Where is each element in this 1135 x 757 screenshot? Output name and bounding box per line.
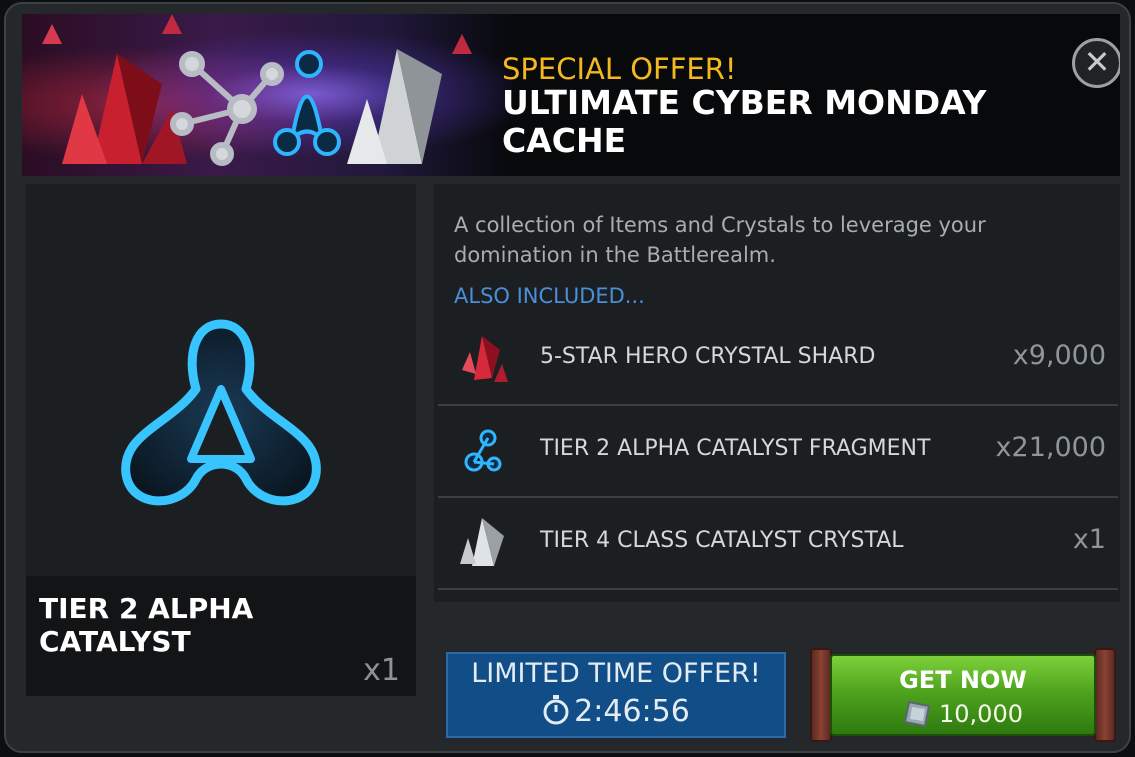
list-item: TIER 4 CLASS CATALYST CRYSTAL x1 bbox=[438, 498, 1118, 590]
featured-item-caption: TIER 2 ALPHA CATALYST x1 bbox=[26, 576, 416, 696]
list-item-label: TIER 4 CLASS CATALYST CRYSTAL bbox=[540, 528, 904, 553]
white-crystal-cluster-icon bbox=[347, 49, 442, 164]
offer-details-panel[interactable]: A collection of Items and Crystals to le… bbox=[434, 184, 1120, 602]
offer-eyebrow: SPECIAL OFFER! bbox=[502, 52, 737, 86]
price-value: 10,000 bbox=[939, 700, 1023, 728]
offer-banner: SPECIAL OFFER! ULTIMATE CYBER MONDAY CAC… bbox=[22, 14, 1120, 176]
alpha-catalyst-icon bbox=[96, 294, 346, 518]
stopwatch-icon bbox=[542, 695, 570, 733]
list-item: 5-STAR HERO CRYSTAL SHARD x9,000 bbox=[438, 314, 1118, 406]
list-item-label: 5-STAR HERO CRYSTAL SHARD bbox=[540, 344, 876, 369]
red-crystal-cluster-icon bbox=[62, 54, 187, 164]
offer-dialog: SPECIAL OFFER! ULTIMATE CYBER MONDAY CAC… bbox=[4, 2, 1131, 753]
red-crystal-shard-icon bbox=[454, 330, 512, 388]
featured-item-quantity: x1 bbox=[363, 653, 400, 688]
timer-countdown: 2:46:56 bbox=[448, 694, 784, 733]
purchase-area: GET NOW 10,000 bbox=[810, 648, 1116, 742]
list-item-label: TIER 2 ALPHA CATALYST FRAGMENT bbox=[540, 436, 931, 461]
timer-title: LIMITED TIME OFFER! bbox=[471, 658, 761, 689]
featured-item-name: TIER 2 ALPHA CATALYST bbox=[39, 592, 254, 658]
list-item-quantity: x1 bbox=[1072, 524, 1106, 555]
banner-artwork bbox=[22, 14, 512, 176]
price: 10,000 bbox=[832, 698, 1094, 734]
list-item: TIER 2 ALPHA CATALYST FRAGMENT x21,000 bbox=[438, 406, 1118, 498]
white-crystal-icon bbox=[454, 514, 512, 572]
get-now-label: GET NOW bbox=[899, 666, 1027, 694]
featured-item-panel: TIER 2 ALPHA CATALYST x1 bbox=[26, 184, 416, 696]
button-post-right bbox=[1094, 648, 1116, 742]
metal-molecule-icon bbox=[170, 51, 284, 166]
list-item-quantity: x21,000 bbox=[995, 432, 1106, 463]
limited-time-timer: LIMITED TIME OFFER! 2:46:56 bbox=[446, 652, 786, 738]
get-now-button[interactable]: GET NOW 10,000 bbox=[830, 654, 1096, 736]
button-post-left bbox=[810, 648, 832, 742]
close-icon[interactable]: ✕ bbox=[1072, 38, 1120, 88]
catalyst-fragment-icon bbox=[454, 422, 512, 480]
offer-title: ULTIMATE CYBER MONDAY CACHE bbox=[502, 83, 987, 160]
also-included-heading: ALSO INCLUDED... bbox=[454, 284, 645, 308]
list-item-quantity: x9,000 bbox=[1012, 340, 1106, 371]
units-icon bbox=[903, 698, 933, 734]
blue-catalyst-icon bbox=[273, 50, 341, 156]
offer-description: A collection of Items and Crystals to le… bbox=[454, 213, 986, 267]
timer-remaining: 2:46:56 bbox=[574, 694, 690, 729]
